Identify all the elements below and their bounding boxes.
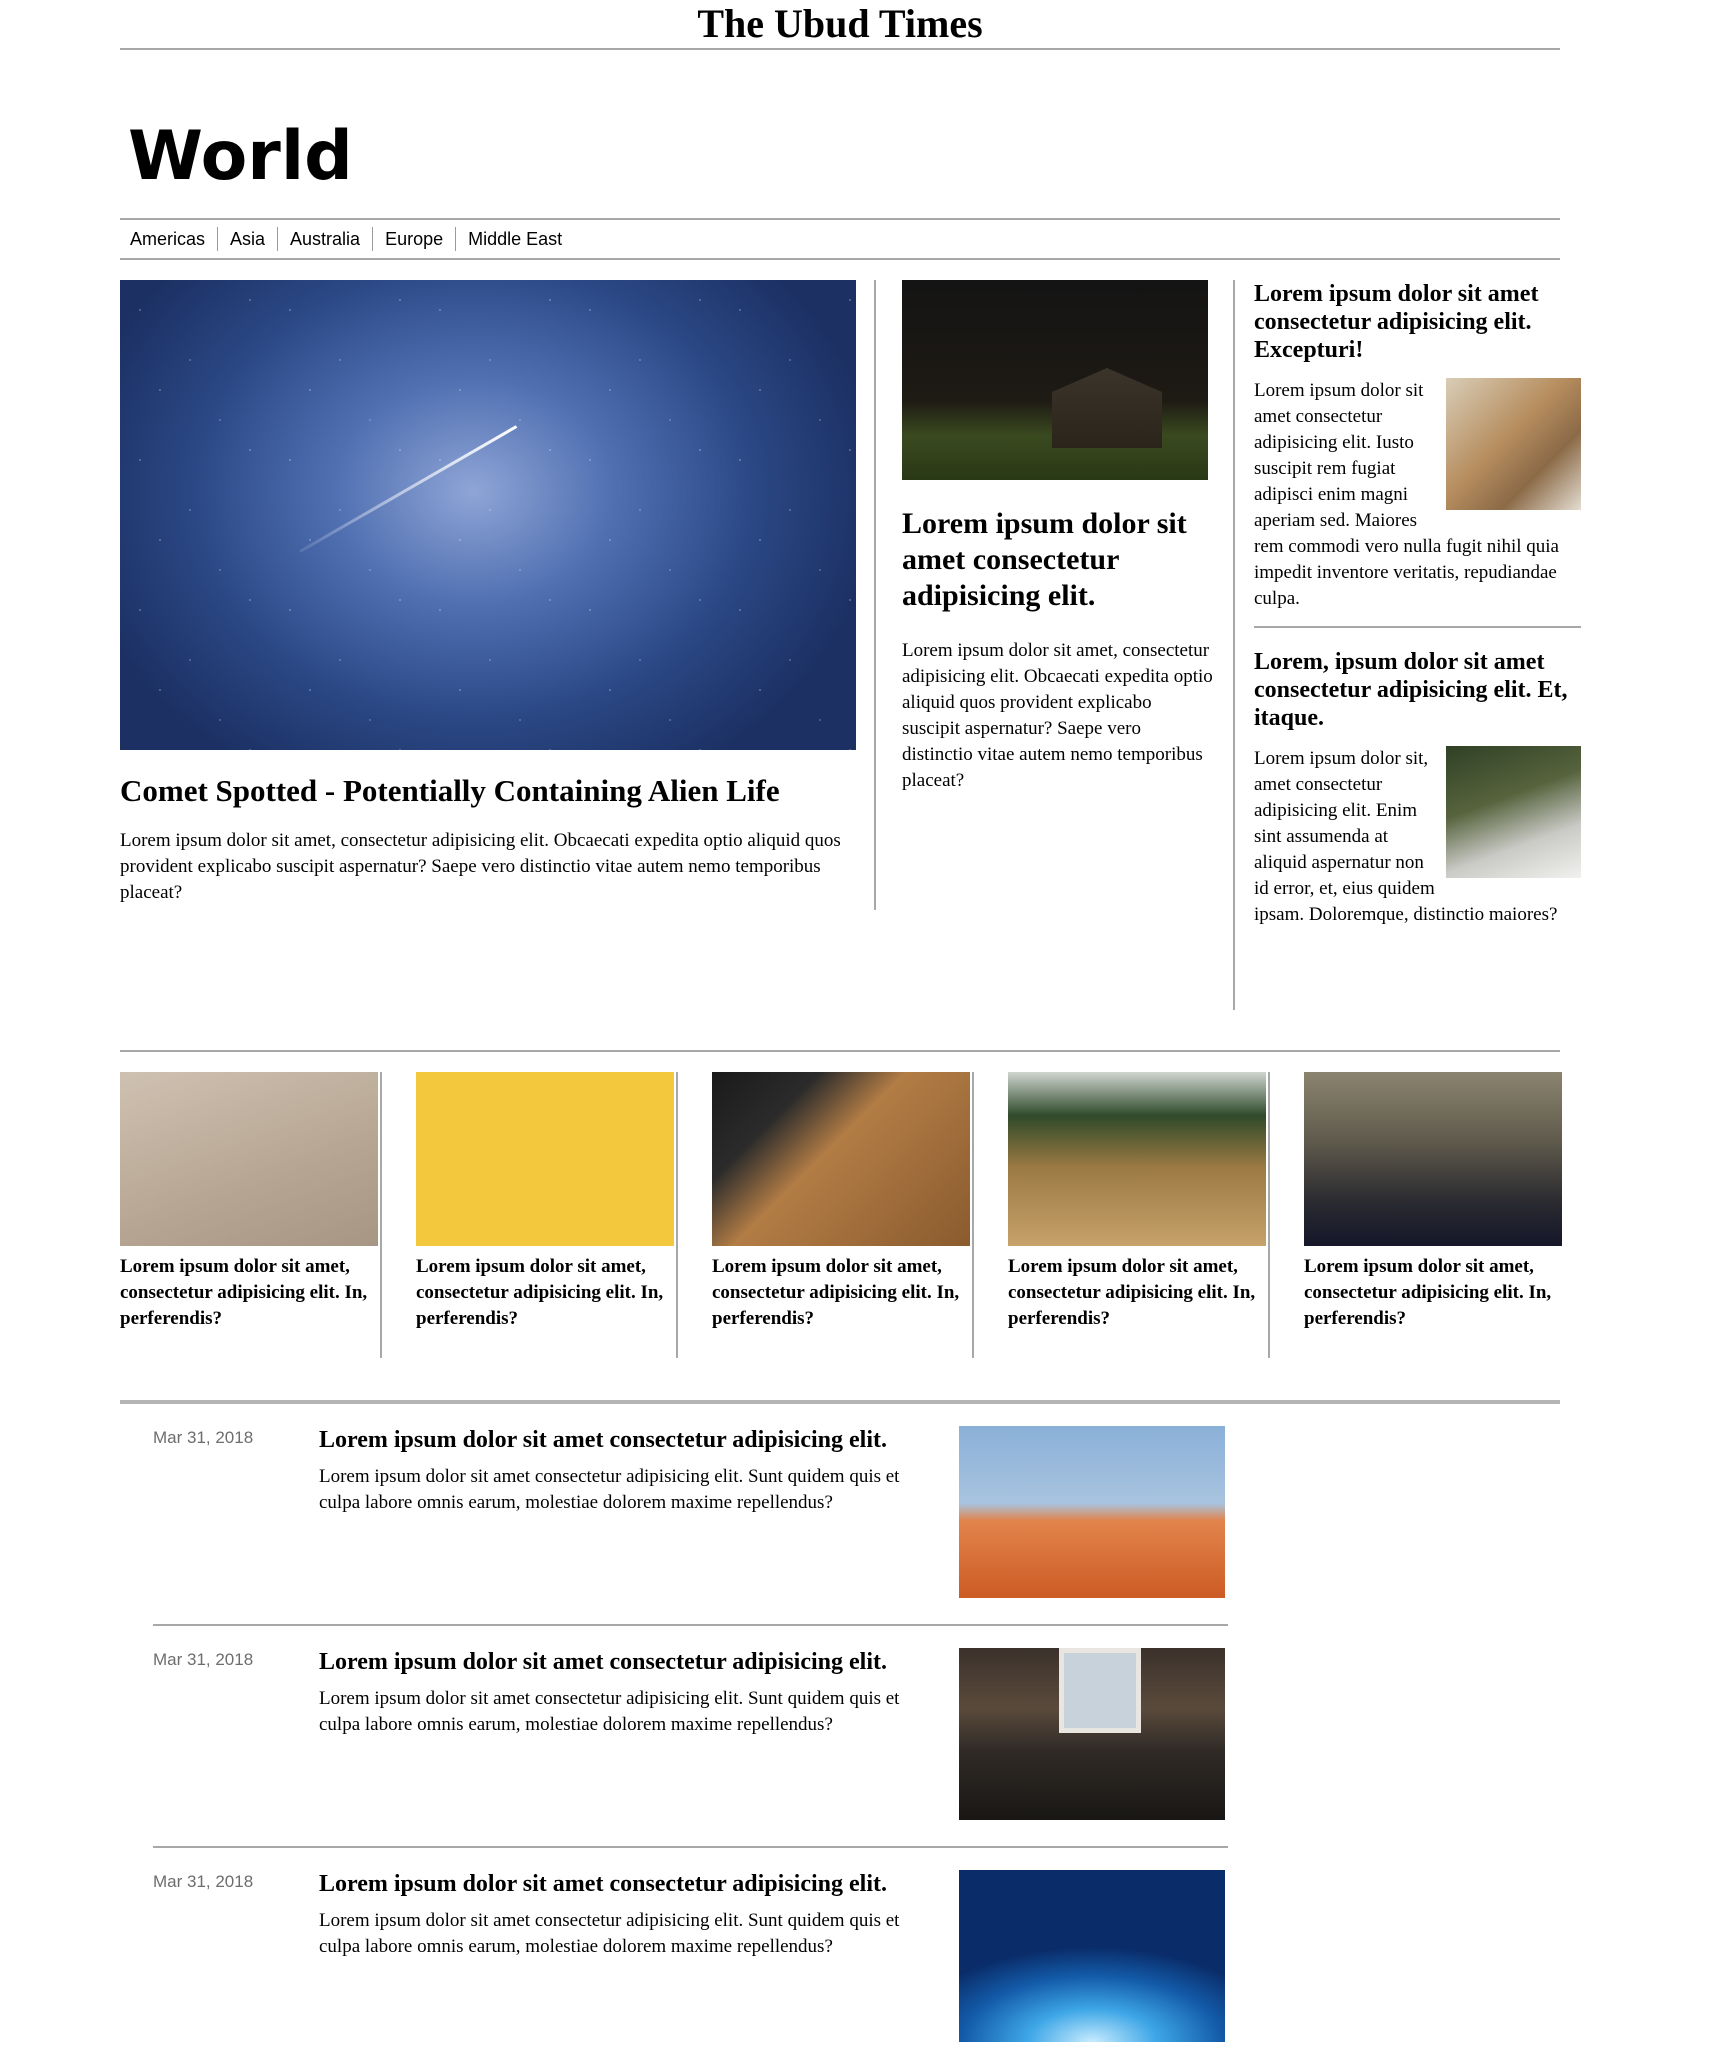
side-story-headline[interactable]: Lorem ipsum dolor sit amet consectetur a…	[1254, 280, 1581, 364]
story-card-image[interactable]	[120, 1072, 378, 1246]
story-card: Lorem ipsum dolor sit amet, consectetur …	[416, 1072, 678, 1358]
list-story-summary: Lorem ipsum dolor sit amet consectetur a…	[319, 1688, 900, 1735]
story-card-title[interactable]: Lorem ipsum dolor sit amet, consectetur …	[1304, 1254, 1564, 1332]
list-story-headline[interactable]: Lorem ipsum dolor sit amet consectetur a…	[319, 1424, 939, 1456]
lead-story-image[interactable]	[120, 280, 856, 750]
subnav-item-americas[interactable]: Americas	[120, 227, 219, 251]
list-story-text: Lorem ipsum dolor sit amet consectetur a…	[319, 1868, 939, 1960]
side-stories: Lorem ipsum dolor sit amet consectetur a…	[1233, 280, 1581, 1010]
list-story-text: Lorem ipsum dolor sit amet consectetur a…	[319, 1424, 939, 1516]
side-story-body-wrap: Lorem ipsum dolor sit, amet consectetur …	[1254, 746, 1581, 928]
story-card: Lorem ipsum dolor sit amet, consectetur …	[712, 1072, 974, 1358]
side-story-headline[interactable]: Lorem, ipsum dolor sit amet consectetur …	[1254, 648, 1581, 732]
list-story-image[interactable]	[959, 1426, 1225, 1598]
story-card-image[interactable]	[1304, 1072, 1562, 1246]
barn-shape	[1052, 368, 1162, 448]
list-story-image[interactable]	[959, 1870, 1225, 2042]
starfield-decoration	[120, 280, 856, 750]
lead-story-summary: Lorem ipsum dolor sit amet, consectetur …	[120, 830, 841, 903]
side-story-body-wrap: Lorem ipsum dolor sit amet consectetur a…	[1254, 378, 1581, 612]
page: The Ubud Times World Americas Asia Austr…	[120, 0, 1581, 2068]
list-story: Mar 31, 2018 Lorem ipsum dolor sit amet …	[153, 1848, 1228, 2068]
story-card: Lorem ipsum dolor sit amet, consectetur …	[1304, 1072, 1564, 1358]
section-title: World	[128, 117, 353, 196]
story-card-title[interactable]: Lorem ipsum dolor sit amet, consectetur …	[120, 1254, 380, 1332]
side-story: Lorem ipsum dolor sit amet consectetur a…	[1254, 280, 1581, 628]
latest-stories: Mar 31, 2018 Lorem ipsum dolor sit amet …	[120, 1400, 1560, 2068]
subnav-item-asia[interactable]: Asia	[218, 227, 279, 251]
subnav-item-middle-east[interactable]: Middle East	[456, 227, 574, 251]
window-shape	[1059, 1648, 1141, 1733]
middle-story-image[interactable]	[902, 280, 1208, 480]
subnav-item-europe[interactable]: Europe	[373, 227, 457, 251]
story-card: Lorem ipsum dolor sit amet, consectetur …	[1008, 1072, 1270, 1358]
story-card-image[interactable]	[712, 1072, 970, 1246]
story-card-title[interactable]: Lorem ipsum dolor sit amet, consectetur …	[712, 1254, 972, 1332]
lead-story: Comet Spotted - Potentially Containing A…	[120, 280, 856, 906]
list-story-headline[interactable]: Lorem ipsum dolor sit amet consectetur a…	[319, 1646, 939, 1678]
list-story-image[interactable]	[959, 1648, 1225, 1820]
list-story: Mar 31, 2018 Lorem ipsum dolor sit amet …	[153, 1626, 1228, 1848]
section-subnav: Americas Asia Australia Europe Middle Ea…	[120, 218, 1560, 260]
list-story: Mar 31, 2018 Lorem ipsum dolor sit amet …	[153, 1404, 1228, 1626]
story-card-title[interactable]: Lorem ipsum dolor sit amet, consectetur …	[416, 1254, 676, 1332]
list-story-text: Lorem ipsum dolor sit amet consectetur a…	[319, 1646, 939, 1738]
list-story-summary: Lorem ipsum dolor sit amet consectetur a…	[319, 1910, 900, 1957]
subnav-item-australia[interactable]: Australia	[278, 227, 374, 251]
list-story-date: Mar 31, 2018	[153, 1872, 254, 1891]
side-story-thumbnail[interactable]	[1446, 746, 1581, 878]
lead-story-headline[interactable]: Comet Spotted - Potentially Containing A…	[120, 772, 856, 810]
story-card-image[interactable]	[1008, 1072, 1266, 1246]
story-card: Lorem ipsum dolor sit amet, consectetur …	[120, 1072, 382, 1358]
list-story-headline[interactable]: Lorem ipsum dolor sit amet consectetur a…	[319, 1868, 939, 1900]
list-story-date: Mar 31, 2018	[153, 1428, 254, 1447]
masthead-title[interactable]: The Ubud Times	[120, 0, 1560, 50]
middle-story-summary: Lorem ipsum dolor sit amet, consectetur …	[902, 640, 1213, 791]
side-story: Lorem, ipsum dolor sit amet consectetur …	[1254, 648, 1581, 942]
top-stories: Comet Spotted - Potentially Containing A…	[120, 280, 1581, 1050]
list-story-date: Mar 31, 2018	[153, 1650, 254, 1669]
story-card-image[interactable]	[416, 1072, 674, 1246]
list-story-summary: Lorem ipsum dolor sit amet consectetur a…	[319, 1466, 900, 1513]
middle-story-headline[interactable]: Lorem ipsum dolor sit amet consectetur a…	[902, 506, 1214, 614]
middle-story: Lorem ipsum dolor sit amet consectetur a…	[874, 280, 1214, 910]
story-cards: Lorem ipsum dolor sit amet, consectetur …	[120, 1052, 1562, 1372]
story-card-title[interactable]: Lorem ipsum dolor sit amet, consectetur …	[1008, 1254, 1268, 1332]
side-story-thumbnail[interactable]	[1446, 378, 1581, 510]
